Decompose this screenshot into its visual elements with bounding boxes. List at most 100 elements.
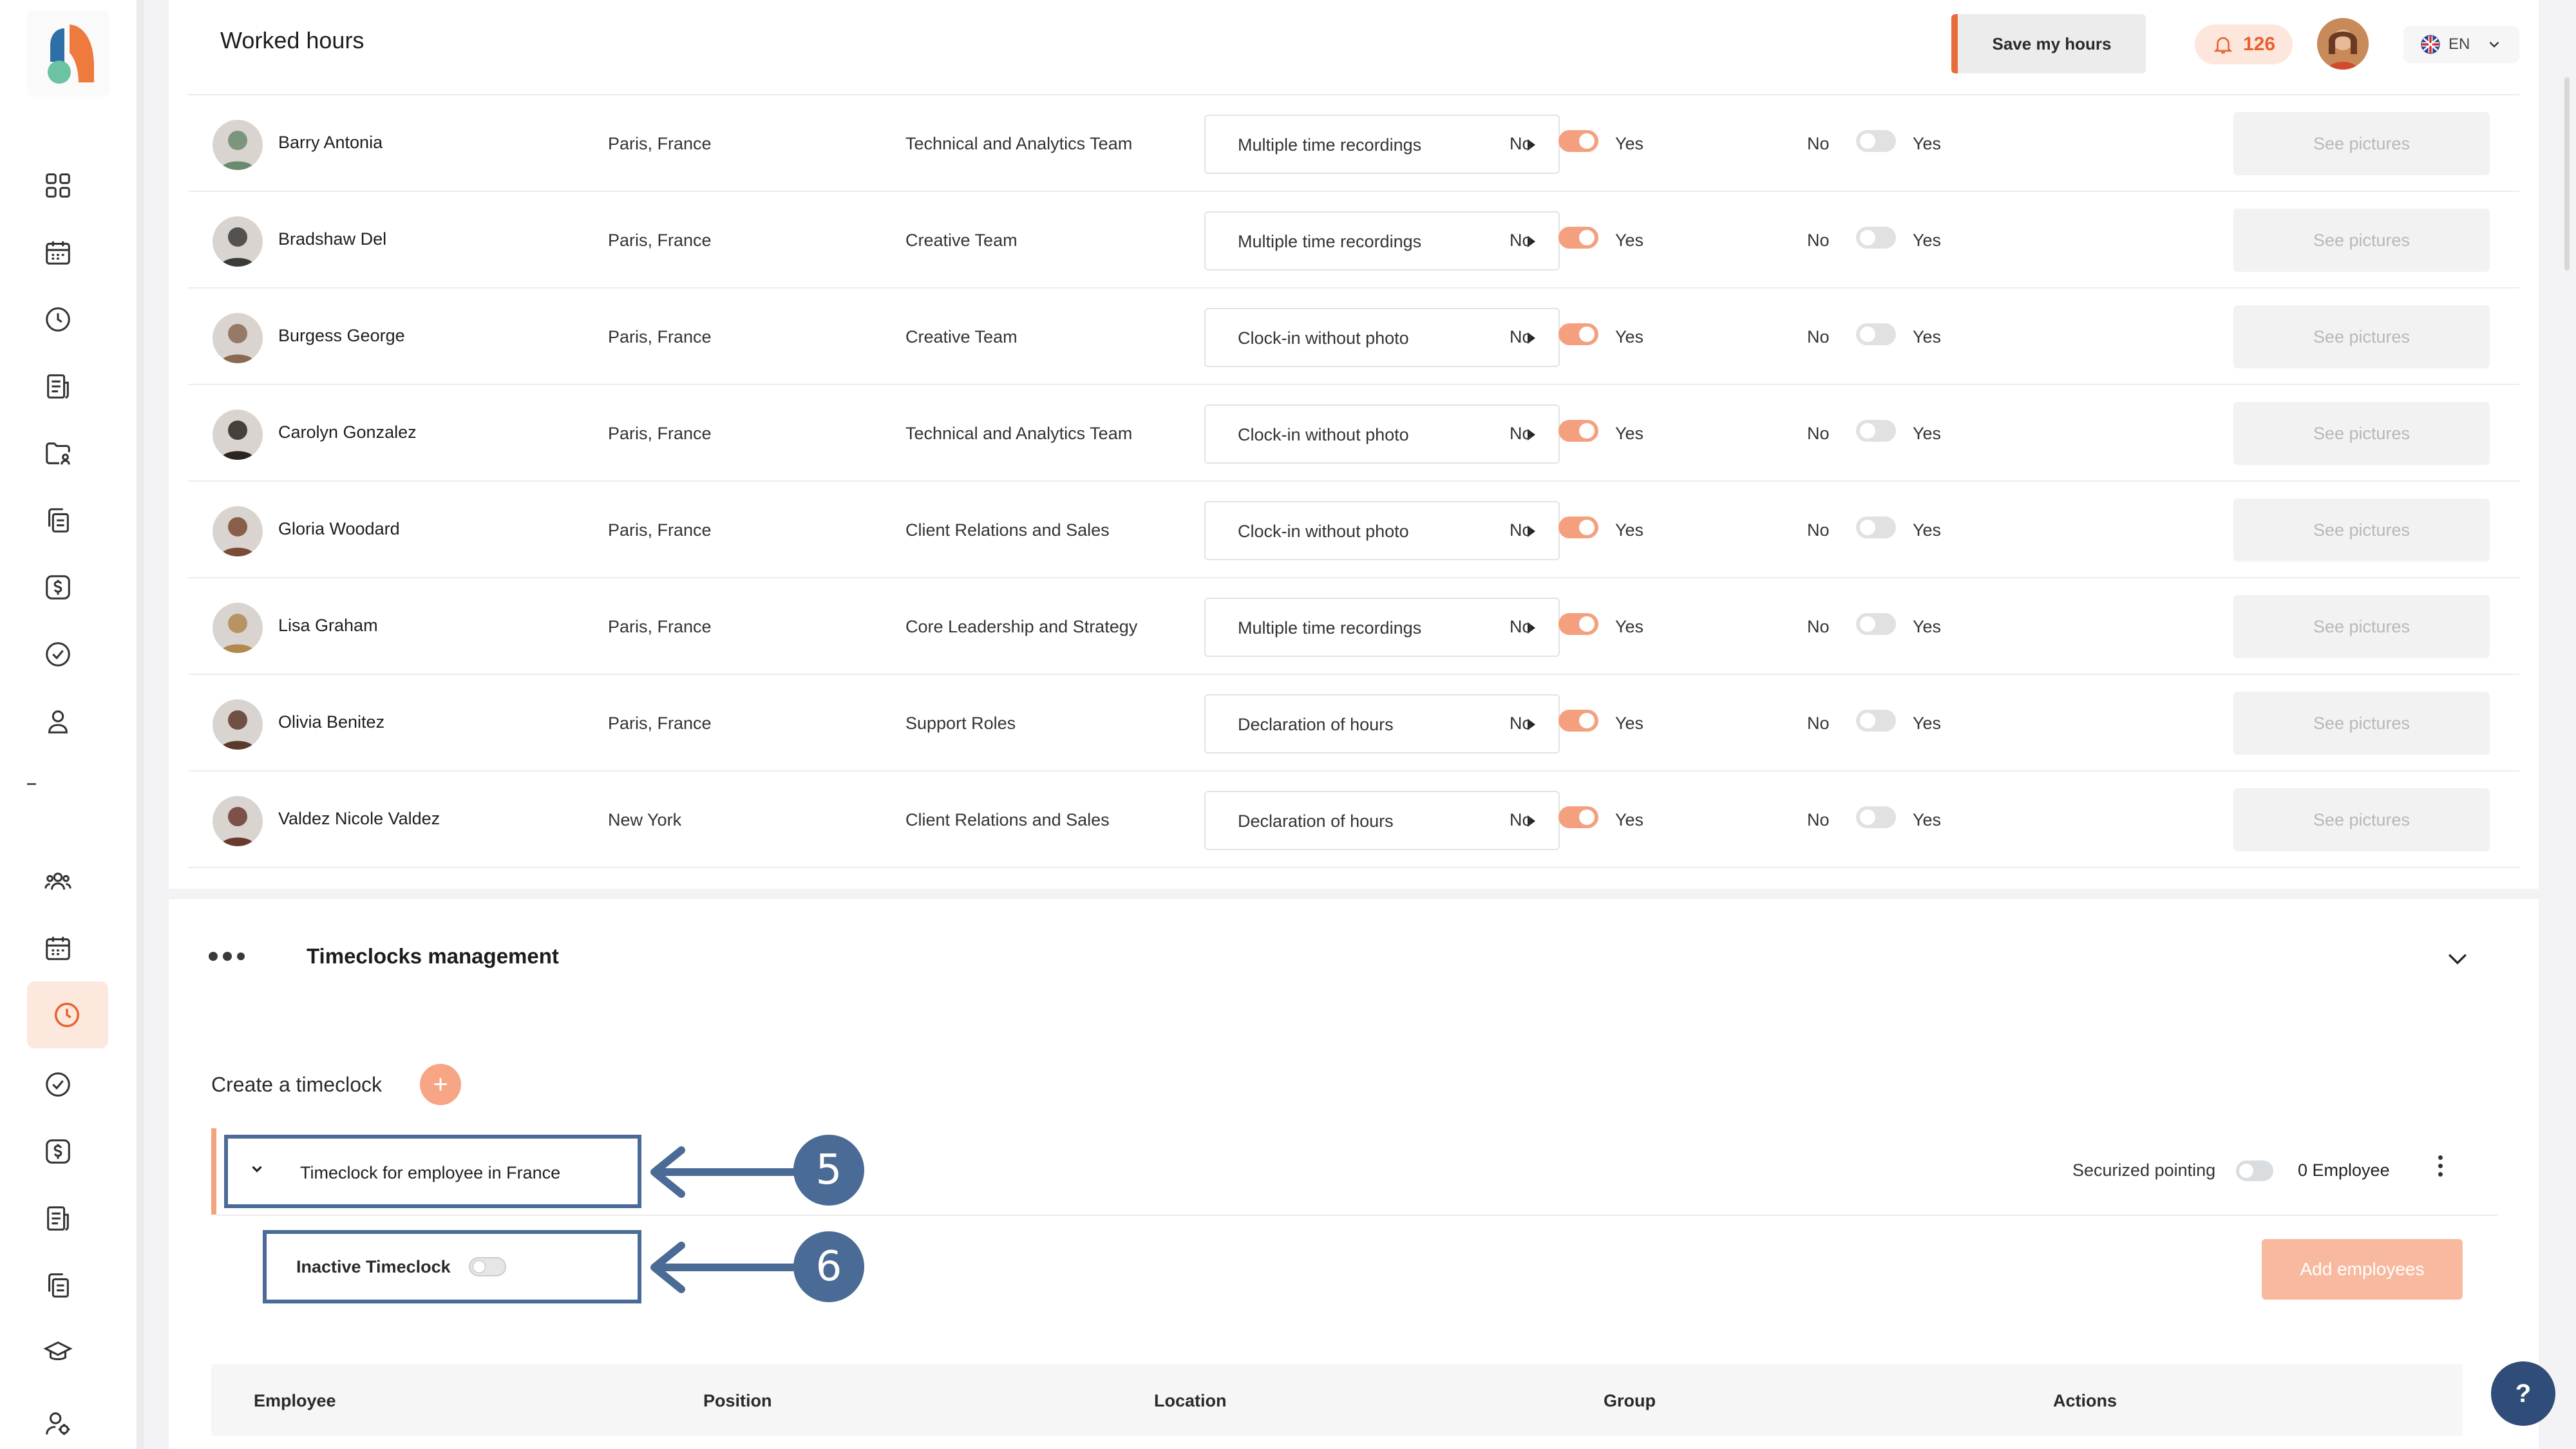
- photo-toggle[interactable]: [1856, 420, 1896, 442]
- securized-pointing-label: Securized pointing: [2072, 1160, 2216, 1180]
- column-employee: Employee: [254, 1391, 336, 1410]
- see-pictures-button[interactable]: See pictures: [2233, 595, 2490, 658]
- clocking-mode-value: Multiple time recordings: [1238, 618, 1422, 638]
- clock-icon[interactable]: [48, 996, 86, 1034]
- securized-pointing-toggle[interactable]: [2236, 1160, 2273, 1181]
- photo-toggle[interactable]: [1856, 227, 1896, 249]
- avatar[interactable]: [213, 796, 263, 846]
- dollar-icon[interactable]: [39, 1132, 77, 1171]
- dollar-icon[interactable]: [39, 568, 77, 607]
- annotation-highlight-timeclock-name: [224, 1135, 641, 1208]
- option-toggle[interactable]: [1558, 420, 1598, 442]
- table-row: Olivia Benitez Paris, France Support Roles…: [188, 675, 2519, 772]
- photo-toggle[interactable]: [1856, 323, 1896, 345]
- see-pictures-button[interactable]: See pictures: [2233, 498, 2490, 562]
- app-logo[interactable]: [27, 10, 109, 97]
- employee-name: Valdez Nicole Valdez: [278, 809, 440, 828]
- toggle-yes-label: Yes: [1913, 424, 1942, 443]
- option-toggle[interactable]: [1558, 710, 1598, 732]
- see-pictures-button[interactable]: See pictures: [2233, 692, 2490, 755]
- clocking-mode-dropdown[interactable]: Clock-in without photo: [1204, 404, 1560, 464]
- avatar[interactable]: [213, 313, 263, 363]
- option-toggle[interactable]: [1558, 323, 1598, 345]
- employee-team: Client Relations and Sales: [905, 520, 1110, 540]
- folder-user-icon[interactable]: [39, 434, 77, 473]
- document-list-icon[interactable]: [39, 367, 77, 406]
- toggle-no-label: No: [1807, 520, 1830, 540]
- avatar[interactable]: [213, 410, 263, 460]
- timeclock-accent-bar: [211, 1128, 216, 1215]
- clocking-mode-dropdown[interactable]: Multiple time recordings: [1204, 115, 1560, 174]
- more-options-icon[interactable]: [2438, 1155, 2443, 1177]
- toggle-no-label: No: [1807, 617, 1830, 636]
- employee-name: Olivia Benitez: [278, 712, 385, 732]
- see-pictures-button[interactable]: See pictures: [2233, 209, 2490, 272]
- clocking-mode-dropdown[interactable]: Clock-in without photo: [1204, 501, 1560, 560]
- clocking-mode-dropdown[interactable]: Multiple time recordings: [1204, 211, 1560, 270]
- option-toggle[interactable]: [1558, 613, 1598, 635]
- language-selector[interactable]: EN: [2403, 26, 2519, 63]
- clocking-mode-dropdown[interactable]: Declaration of hours: [1204, 694, 1560, 753]
- see-pictures-button[interactable]: See pictures: [2233, 402, 2490, 465]
- avatar[interactable]: [213, 603, 263, 653]
- user-icon[interactable]: [39, 702, 77, 741]
- check-circle-icon[interactable]: [39, 635, 77, 674]
- save-hours-button[interactable]: Save my hours: [1951, 14, 2146, 73]
- employee-location: Paris, France: [608, 231, 712, 250]
- toggle-no-label: No: [1510, 520, 1532, 540]
- toggle-no-label: No: [1510, 134, 1532, 153]
- employee-name: Carolyn Gonzalez: [278, 422, 417, 442]
- employee-team: Core Leadership and Strategy: [905, 617, 1138, 636]
- option-toggle[interactable]: [1558, 227, 1598, 249]
- option-toggle[interactable]: [1558, 130, 1598, 152]
- document-list-icon[interactable]: [39, 1199, 77, 1238]
- column-location: Location: [1154, 1391, 1227, 1410]
- see-pictures-button[interactable]: See pictures: [2233, 112, 2490, 175]
- toggle-yes-label: Yes: [1913, 520, 1942, 540]
- option-toggle[interactable]: [1558, 516, 1598, 538]
- calendar-icon[interactable]: [39, 233, 77, 272]
- toggle-yes-label: Yes: [1913, 810, 1942, 829]
- table-row: Valdez Nicole Valdez New York Client Relat…: [188, 772, 2519, 868]
- notifications-button[interactable]: 126: [2195, 24, 2293, 64]
- employee-location: Paris, France: [608, 424, 712, 443]
- avatar[interactable]: [213, 216, 263, 267]
- clock-icon[interactable]: [39, 300, 77, 339]
- photo-toggle[interactable]: [1856, 613, 1896, 635]
- photo-toggle[interactable]: [1856, 516, 1896, 538]
- language-label: EN: [2448, 35, 2470, 53]
- user-avatar[interactable]: [2317, 18, 2369, 70]
- clocking-mode-dropdown[interactable]: Declaration of hours: [1204, 791, 1560, 850]
- clocking-mode-dropdown[interactable]: Clock-in without photo: [1204, 308, 1560, 367]
- bell-icon: [2213, 37, 2233, 54]
- user-settings-icon[interactable]: [39, 1404, 77, 1443]
- photo-toggle[interactable]: [1856, 710, 1896, 732]
- team-icon[interactable]: [39, 862, 77, 900]
- option-toggle[interactable]: [1558, 806, 1598, 828]
- add-employees-button[interactable]: Add employees: [2262, 1239, 2463, 1300]
- dashboard-icon[interactable]: [39, 166, 77, 205]
- avatar[interactable]: [213, 120, 263, 170]
- see-pictures-button[interactable]: See pictures: [2233, 305, 2490, 368]
- photo-toggle[interactable]: [1856, 130, 1896, 152]
- avatar[interactable]: [213, 699, 263, 750]
- collapse-chevron-icon[interactable]: [2443, 944, 2472, 972]
- toggle-yes-label: Yes: [1615, 134, 1644, 153]
- copy-documents-icon[interactable]: [39, 1266, 77, 1305]
- employee-team: Technical and Analytics Team: [905, 424, 1133, 443]
- see-pictures-button[interactable]: See pictures: [2233, 788, 2490, 851]
- scrollbar[interactable]: [2564, 77, 2570, 270]
- check-circle-icon[interactable]: [39, 1065, 77, 1104]
- copy-documents-icon[interactable]: [39, 501, 77, 540]
- help-button[interactable]: ?: [2491, 1361, 2555, 1426]
- section-dots-icon: [209, 952, 245, 961]
- avatar[interactable]: [213, 506, 263, 556]
- clocking-mode-dropdown[interactable]: Multiple time recordings: [1204, 598, 1560, 657]
- create-timeclock-button[interactable]: +: [420, 1064, 461, 1105]
- photo-toggle[interactable]: [1856, 806, 1896, 828]
- uk-flag-icon: [2421, 35, 2440, 54]
- sidebar: [0, 0, 137, 1449]
- toggle-no-label: No: [1807, 810, 1830, 829]
- graduation-cap-icon[interactable]: [39, 1333, 77, 1372]
- calendar-icon[interactable]: [39, 929, 77, 967]
